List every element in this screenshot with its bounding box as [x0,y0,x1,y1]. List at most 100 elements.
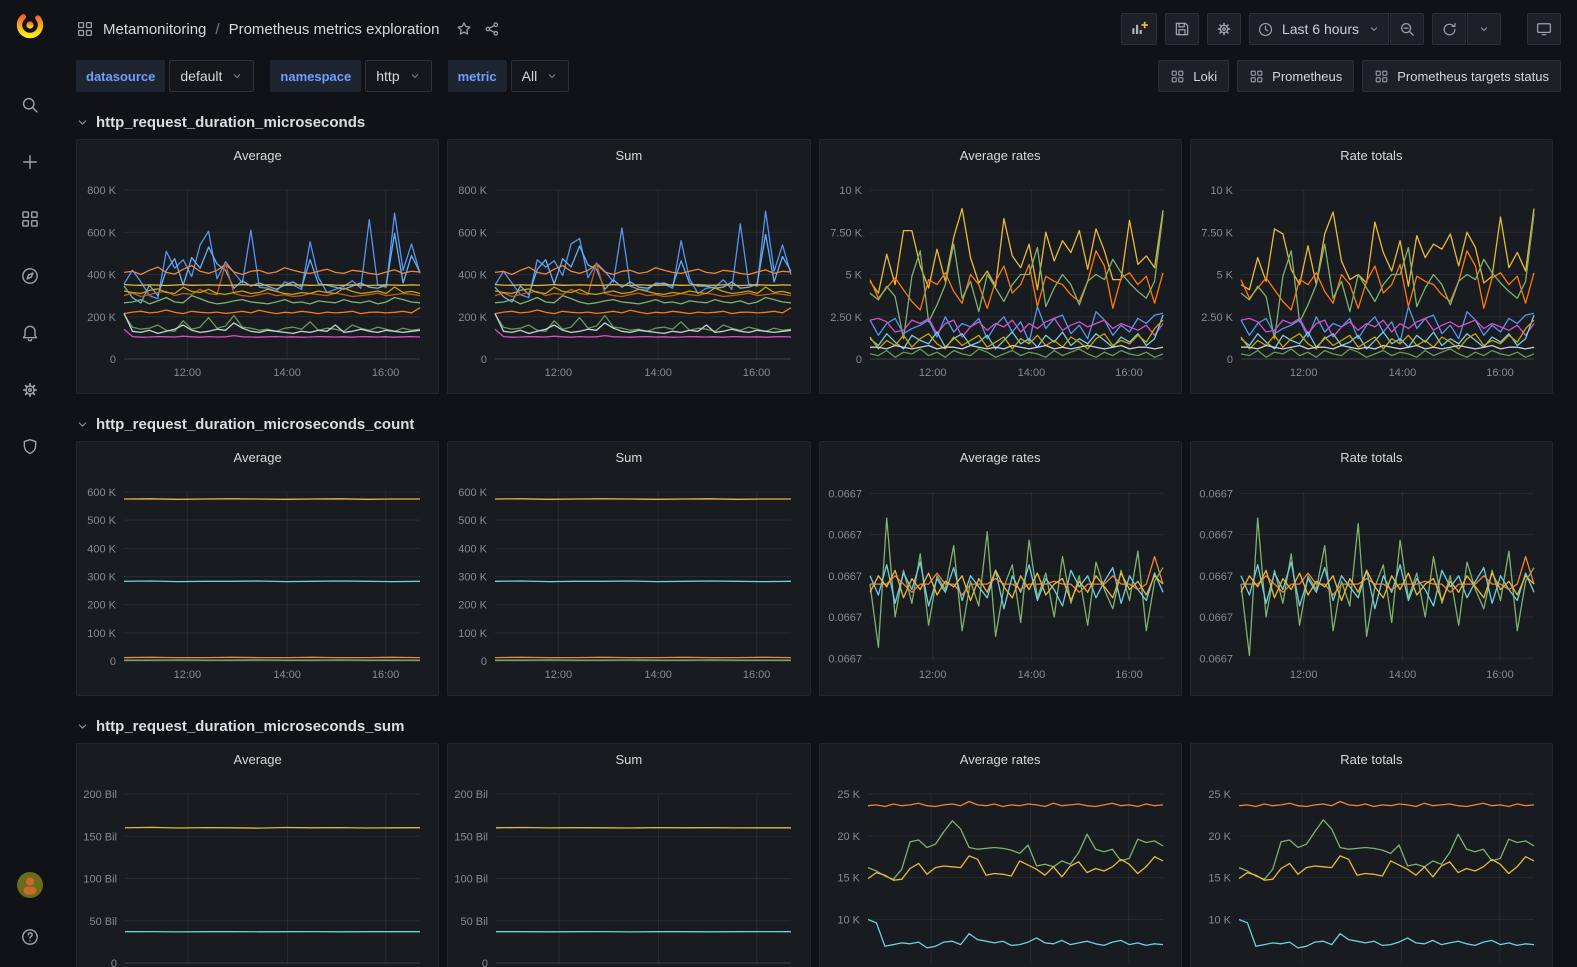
variable-label[interactable]: namespace [270,60,361,92]
submenu-bar: datasource default namespace http metric [60,58,1577,104]
grafana-app: Metamonitoring / Prometheus metrics expl… [0,0,1577,967]
svg-text:7.50 K: 7.50 K [1201,227,1233,239]
timeseries-chart: 12:0014:0016:00200 Bil150 Bil100 Bil50 B… [77,774,438,967]
dashboard-settings-button[interactable] [1207,13,1241,45]
admin-shield-icon[interactable] [14,431,46,463]
row-collapse-header[interactable]: http_request_duration_microseconds_sum [76,708,1553,743]
svg-text:800 K: 800 K [87,185,116,197]
search-icon[interactable] [14,89,46,121]
panel-title[interactable]: Sum [448,744,809,774]
dashboards-grid-icon [76,20,94,38]
refresh-button[interactable] [1432,13,1466,45]
dashboards-icon[interactable] [14,203,46,235]
panel-rate-totals: Rate totals 12:0014:0016:0025 K20 K15 K1… [1190,743,1553,967]
svg-text:14:00: 14:00 [1388,367,1416,379]
svg-text:10 K: 10 K [1210,185,1233,197]
tv-mode-button[interactable] [1527,13,1561,45]
time-range-picker[interactable]: Last 6 hours [1249,13,1389,45]
svg-text:600 K: 600 K [87,227,116,239]
svg-text:12:00: 12:00 [174,669,202,681]
row-collapse-header[interactable]: http_request_duration_microseconds [76,104,1553,139]
svg-text:20 K: 20 K [1208,831,1231,843]
svg-text:25 K: 25 K [1208,789,1231,801]
svg-text:10 K: 10 K [839,185,862,197]
svg-text:12:00: 12:00 [1290,367,1318,379]
dashboard-link-prometheus[interactable]: Prometheus [1237,60,1354,92]
svg-text:14:00: 14:00 [1388,669,1416,681]
svg-text:16:00: 16:00 [743,669,771,681]
svg-text:0: 0 [481,656,487,668]
svg-text:12:00: 12:00 [545,367,573,379]
dashboard-link-prometheus-targets-status[interactable]: Prometheus targets status [1362,60,1561,92]
timeseries-chart: 12:0014:0016:0025 K20 K15 K10 K [1191,774,1552,967]
variable-value: http [376,68,399,84]
clock-icon [1257,21,1274,38]
svg-text:600 K: 600 K [87,487,116,499]
dashboards-grid-icon [1170,69,1185,84]
help-icon[interactable] [14,921,46,953]
svg-text:7.50 K: 7.50 K [830,227,862,239]
panel-title[interactable]: Sum [448,442,809,472]
svg-text:300 K: 300 K [459,572,488,584]
chevron-down-icon [1367,22,1381,36]
panel-title[interactable]: Average rates [820,744,1181,774]
svg-text:0: 0 [110,354,116,366]
panel-title[interactable]: Average [77,442,438,472]
row-collapse-header[interactable]: http_request_duration_microseconds_count [76,406,1553,441]
variable-label[interactable]: datasource [76,60,165,92]
dashboard-link-label: Prometheus targets status [1397,69,1549,84]
svg-text:50 Bil: 50 Bil [461,916,489,928]
svg-text:12:00: 12:00 [174,367,202,379]
template-variables: datasource default namespace http metric [76,60,569,92]
svg-text:16:00: 16:00 [1486,367,1514,379]
svg-text:600 K: 600 K [459,227,488,239]
configuration-gear-icon[interactable] [14,374,46,406]
timeseries-chart: 12:0014:0016:0010 K7.50 K5 K2.50 K0 [820,170,1181,392]
panel-title[interactable]: Average [77,744,438,774]
svg-text:0: 0 [110,656,116,668]
alerting-bell-icon[interactable] [14,317,46,349]
variable-value-dropdown[interactable]: All [511,60,570,92]
timeseries-chart: 12:0014:0016:0010 K7.50 K5 K2.50 K0 [1191,170,1552,392]
timeseries-chart: 12:0014:0016:000.06670.06670.06670.06670… [1191,472,1552,694]
variable-value-dropdown[interactable]: http [365,60,431,92]
dashboard-toolbar: Last 6 hours [1121,13,1561,45]
svg-text:16:00: 16:00 [1115,669,1143,681]
svg-text:200 K: 200 K [459,600,488,612]
dashboard-link-loki[interactable]: Loki [1158,60,1229,92]
grafana-logo-icon[interactable] [15,10,45,45]
panel-title[interactable]: Rate totals [1191,140,1552,170]
dashboard-link-label: Prometheus [1272,69,1342,84]
svg-text:400 K: 400 K [459,270,488,282]
svg-text:14:00: 14:00 [1017,367,1045,379]
refresh-interval-dropdown[interactable] [1467,13,1501,45]
svg-text:2.50 K: 2.50 K [1201,312,1233,324]
share-icon[interactable] [483,20,501,38]
explore-compass-icon[interactable] [14,260,46,292]
add-panel-button[interactable] [1121,13,1157,45]
panel-title[interactable]: Average [77,140,438,170]
svg-text:5 K: 5 K [845,270,862,282]
panel-title[interactable]: Rate totals [1191,442,1552,472]
breadcrumb-folder[interactable]: Metamonitoring [103,21,206,38]
svg-text:0: 0 [482,958,488,967]
chevron-down-icon [409,70,421,82]
svg-text:15 K: 15 K [1208,873,1231,885]
chevron-down-icon [231,70,243,82]
star-icon[interactable] [455,20,473,38]
svg-text:500 K: 500 K [459,515,488,527]
svg-text:0.0667: 0.0667 [828,653,862,665]
breadcrumb: Metamonitoring / Prometheus metrics expl… [76,20,501,38]
zoom-out-button[interactable] [1390,13,1424,45]
save-dashboard-button[interactable] [1165,13,1199,45]
panel-title[interactable]: Average rates [820,442,1181,472]
main-area: Metamonitoring / Prometheus metrics expl… [60,0,1577,967]
user-avatar[interactable] [14,869,46,901]
variable-label[interactable]: metric [448,60,507,92]
panel-title[interactable]: Sum [448,140,809,170]
add-icon[interactable] [14,146,46,178]
panel-title[interactable]: Average rates [820,140,1181,170]
svg-text:0.0667: 0.0667 [1199,653,1233,665]
variable-value-dropdown[interactable]: default [169,60,254,92]
panel-title[interactable]: Rate totals [1191,744,1552,774]
